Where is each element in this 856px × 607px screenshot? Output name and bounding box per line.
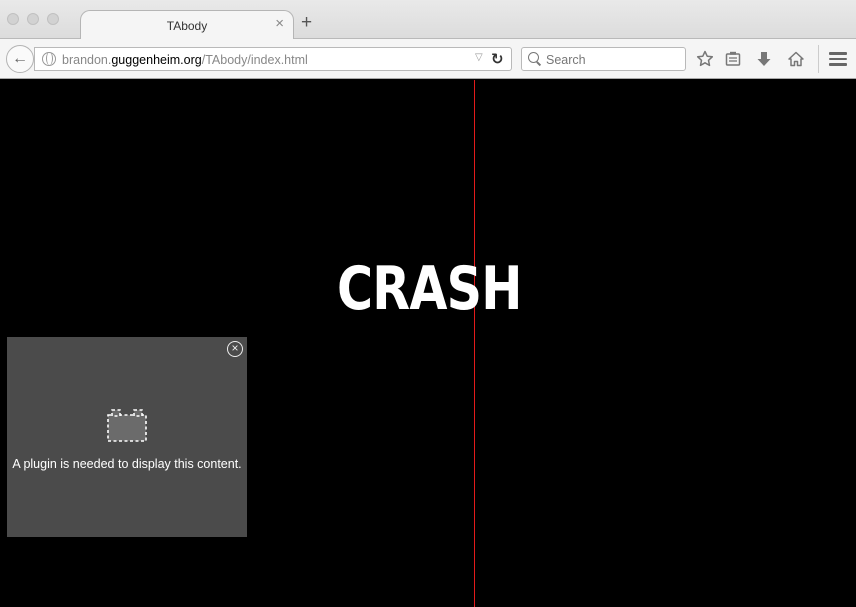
tab-close-icon[interactable]: × (275, 16, 284, 32)
reading-list-icon[interactable] (721, 47, 745, 71)
page-content: CRASH × A plugin is needed to display th… (0, 80, 856, 607)
menu-icon[interactable] (829, 52, 847, 66)
plugin-close-icon[interactable]: × (227, 341, 243, 357)
tab-title: TAbody (166, 19, 208, 33)
history-dropmarker-icon[interactable]: ▽ (475, 52, 483, 63)
zoom-window-button[interactable] (47, 13, 59, 25)
downloads-icon[interactable] (752, 47, 776, 71)
url-host: guggenheim.org (111, 53, 202, 67)
bookmark-star-icon[interactable] (693, 47, 717, 71)
search-icon (528, 52, 539, 63)
back-button[interactable]: ← (6, 45, 34, 73)
search-input[interactable]: Search (521, 47, 686, 71)
tab-tabody[interactable]: TAbody × (80, 10, 294, 40)
reload-icon[interactable]: ↻ (491, 50, 504, 68)
plugin-icon (107, 409, 147, 442)
back-arrow-icon: ← (12, 50, 28, 67)
url-path: /TAbody/index.html (201, 53, 308, 67)
plugin-placeholder[interactable]: × A plugin is needed to display this con… (7, 337, 247, 537)
url-prefix: brandon. (62, 53, 112, 67)
tab-strip: TAbody × + (0, 0, 856, 40)
navigation-bar: brandon.guggenheim.org/TAbody/index.html… (0, 39, 856, 79)
new-tab-button[interactable]: + (301, 13, 312, 33)
minimize-window-button[interactable] (27, 13, 39, 25)
url-text[interactable]: brandon.guggenheim.org/TAbody/index.html (62, 53, 308, 67)
close-window-button[interactable] (7, 13, 19, 25)
red-vertical-line (474, 80, 475, 607)
url-bar[interactable]: brandon.guggenheim.org/TAbody/index.html… (34, 47, 512, 71)
globe-icon (42, 52, 56, 66)
page-heading: CRASH (337, 254, 522, 324)
plugin-message: A plugin is needed to display this conte… (12, 457, 242, 471)
search-placeholder: Search (546, 53, 586, 67)
toolbar-separator (818, 45, 819, 73)
home-icon[interactable] (784, 47, 808, 71)
